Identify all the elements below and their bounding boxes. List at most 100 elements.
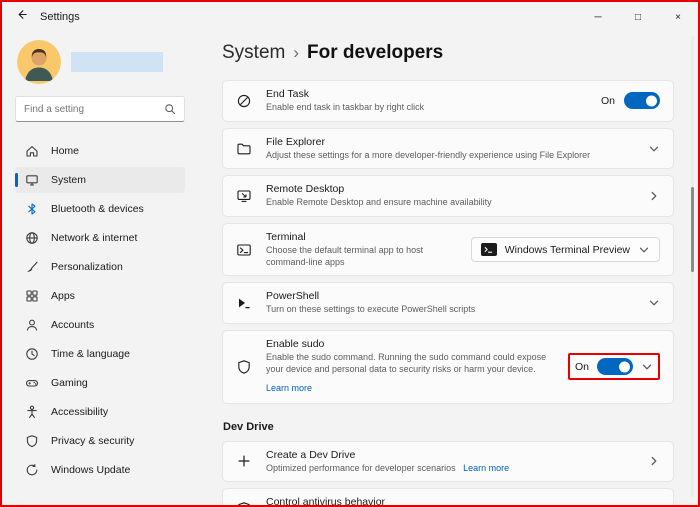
sidebar-item-label: Home [51,145,80,157]
card-powershell[interactable]: PowerShell Turn on these settings to exe… [222,282,674,325]
card-file-explorer[interactable]: File Explorer Adjust these settings for … [222,127,674,170]
system-icon [25,173,39,187]
gamepad-icon [25,376,39,390]
search-icon [164,103,176,115]
card-end-task: End Task Enable end task in taskbar by r… [222,80,674,122]
sidebar-item-label: Personalization [51,261,123,273]
end-task-toggle[interactable] [624,92,660,110]
close-button[interactable]: × [658,2,698,32]
enable-sudo-toggle[interactable] [597,358,633,376]
page-title: For developers [307,42,444,63]
sidebar-item-label: Accessibility [51,406,109,418]
enable-sudo-description: Enable the sudo command. Running the sud… [266,352,547,374]
sidebar-item-home[interactable]: Home [15,138,185,164]
sidebar-item-personalization[interactable]: Personalization [15,254,185,280]
titlebar: Settings ─ □ × [2,2,698,32]
sidebar-item-label: Time & language [51,348,130,360]
end-task-toggle-label: On [600,94,615,107]
sidebar-item-system[interactable]: System [15,167,185,193]
powershell-description: Turn on these settings to execute PowerS… [266,304,476,315]
remote-desktop-icon [236,188,252,204]
enable-sudo-toggle-label: On [574,360,589,373]
chevron-down-icon[interactable] [648,143,660,155]
clock-icon [25,347,39,361]
home-icon [25,144,39,158]
back-button[interactable] [2,2,40,32]
sidebar-item-gaming[interactable]: Gaming [15,370,185,396]
sidebar: Home System Bluetooth & devices Network … [2,32,198,505]
card-enable-sudo: Enable sudo Enable the sudo command. Run… [222,330,674,404]
window-title: Settings [40,11,80,23]
powershell-icon [236,295,252,311]
file-explorer-description: Adjust these settings for a more develop… [266,149,591,160]
sidebar-item-bluetooth-devices[interactable]: Bluetooth & devices [15,196,185,222]
external-link-icon[interactable] [648,503,660,505]
card-create-dev-drive[interactable]: Create a Dev Drive Optimized performance… [222,440,674,483]
sidebar-nav: Home System Bluetooth & devices Network … [15,138,185,483]
terminal-title: Terminal [266,231,306,244]
control-antivirus-title: Control antivirus behavior [266,496,386,507]
highlight-red-box: On [567,353,660,381]
accessibility-icon [25,405,39,419]
dev-drive-section-title: Dev Drive [223,420,274,433]
user-name-redacted [71,52,163,72]
sidebar-item-accessibility[interactable]: Accessibility [15,399,185,425]
user-profile[interactable] [17,40,185,84]
back-arrow-icon [15,8,28,26]
maximize-button[interactable]: □ [618,2,658,32]
sidebar-item-label: Apps [51,290,75,302]
windows-terminal-icon [480,243,497,257]
plus-icon [236,453,252,469]
create-dev-drive-title: Create a Dev Drive [266,448,356,461]
sidebar-item-label: Accounts [51,319,95,331]
sidebar-item-apps[interactable]: Apps [15,283,185,309]
sidebar-item-label: Windows Update [51,464,131,476]
person-icon [25,318,39,332]
file-explorer-title: File Explorer [266,135,325,148]
settings-window: Settings ─ □ × Home [0,0,700,507]
sidebar-item-label: Bluetooth & devices [51,203,144,215]
powershell-title: PowerShell [266,290,320,303]
sidebar-item-label: Privacy & security [51,435,135,447]
chevron-right-icon[interactable] [648,455,660,467]
card-remote-desktop[interactable]: Remote Desktop Enable Remote Desktop and… [222,175,674,218]
remote-desktop-description: Enable Remote Desktop and ensure machine… [266,197,492,208]
avatar [17,40,61,84]
scrollbar-thumb[interactable] [691,187,694,272]
end-task-icon [236,93,252,109]
sidebar-item-label: Gaming [51,377,88,389]
terminal-description: Choose the default terminal app to host … [266,245,424,267]
sidebar-item-accounts[interactable]: Accounts [15,312,185,338]
sidebar-item-network-internet[interactable]: Network & internet [15,225,185,251]
breadcrumb-separator: › [293,43,300,62]
remote-desktop-title: Remote Desktop [266,183,345,196]
sudo-shield-icon [236,359,252,375]
sidebar-item-windows-update[interactable]: Windows Update [15,457,185,483]
breadcrumb-system[interactable]: System [222,42,285,64]
enable-sudo-learn-more-link[interactable]: Learn more [266,383,312,393]
chevron-right-icon[interactable] [648,190,660,202]
update-refresh-icon [25,463,39,477]
card-control-antivirus[interactable]: Control antivirus behavior Control Micro… [222,488,674,507]
globe-icon [25,231,39,245]
terminal-app-dropdown[interactable]: Windows Terminal Preview [470,237,660,263]
apps-grid-icon [25,289,39,303]
shield-icon [25,434,39,448]
chevron-down-icon[interactable] [648,297,660,309]
enable-sudo-title: Enable sudo [266,338,325,351]
sidebar-item-time-language[interactable]: Time & language [15,341,185,367]
chevron-down-icon [638,244,650,256]
minimize-button[interactable]: ─ [578,2,618,32]
terminal-icon [236,242,252,258]
antivirus-shield-icon [236,501,252,505]
chevron-down-icon[interactable] [641,361,653,373]
search-box[interactable] [15,96,185,122]
sidebar-item-privacy-security[interactable]: Privacy & security [15,428,185,454]
breadcrumb: System › For developers [222,42,678,64]
sidebar-item-label: System [51,174,87,186]
create-dev-drive-learn-more-link[interactable]: Learn more [463,463,509,473]
search-input[interactable] [24,103,164,115]
paintbrush-icon [25,260,39,274]
create-dev-drive-description: Optimized performance for developer scen… [266,462,456,473]
terminal-dropdown-value: Windows Terminal Preview [504,243,630,256]
